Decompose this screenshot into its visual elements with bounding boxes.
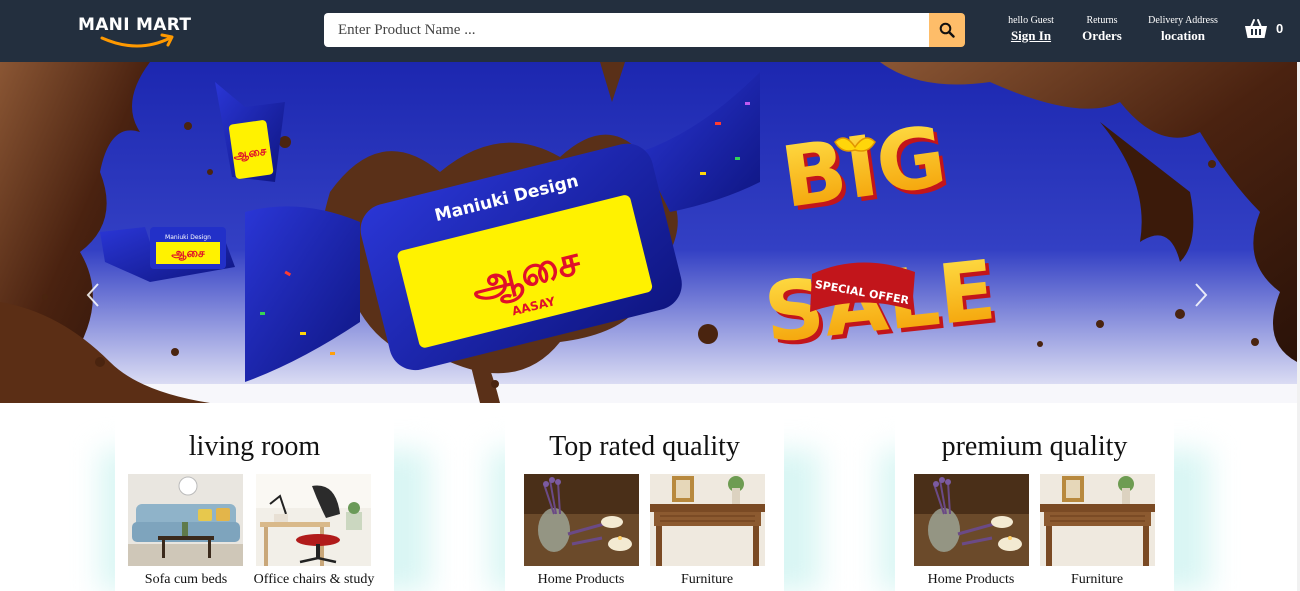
svg-text:ஆசை: ஆசை (171, 246, 205, 261)
logo-smile-icon (100, 33, 174, 48)
location-link[interactable]: Delivery Address location (1146, 14, 1220, 45)
office-chair-image (256, 474, 371, 566)
furniture-thumbnail[interactable] (1040, 474, 1155, 566)
chevron-right-icon[interactable] (1188, 280, 1212, 310)
home-products-image (914, 474, 1029, 566)
card-title: living room (188, 431, 321, 462)
cart-button[interactable]: 0 (1244, 18, 1290, 44)
signin-link[interactable]: hello Guest Sign In (1005, 14, 1057, 45)
location-label: location (1160, 28, 1206, 43)
search-bar (324, 13, 965, 47)
svg-text:Maniuki Design: Maniuki Design (165, 234, 211, 241)
thumb-label[interactable]: Furniture (1022, 572, 1172, 588)
sofa-thumbnail[interactable] (128, 474, 243, 566)
orders-link[interactable]: Returns Orders (1078, 14, 1126, 45)
home-products-thumbnail[interactable] (914, 474, 1029, 566)
thumb-label[interactable]: Office chairs & study (239, 572, 389, 588)
chevron-left-icon[interactable] (82, 280, 106, 310)
search-button[interactable] (929, 13, 965, 47)
signin-greeting: hello Guest (1008, 15, 1054, 26)
search-input[interactable] (324, 13, 929, 47)
home-products-thumbnail[interactable] (524, 474, 639, 566)
office-chair-thumbnail[interactable] (256, 474, 371, 566)
furniture-image (1040, 474, 1155, 566)
banner-image: ஆசை ஆசை Maniuki Design Maniuki Design ஆச… (0, 62, 1297, 403)
category-card-living-room: living room Sofa cum beds Office chairs … (115, 412, 394, 591)
card-title: premium quality (941, 431, 1128, 462)
delivery-address-label: Delivery Address (1148, 15, 1218, 26)
returns-label: Returns (1086, 15, 1118, 26)
cart-count: 0 (1276, 21, 1284, 36)
basket-icon (1245, 19, 1267, 38)
orders-label: Orders (1082, 28, 1122, 43)
site-logo[interactable]: MANI MART (76, 12, 192, 54)
home-products-image (524, 474, 639, 566)
card-title: Top rated quality (549, 431, 740, 462)
furniture-thumbnail[interactable] (650, 474, 765, 566)
category-card-top-rated: Top rated quality Home Products Furnitur… (505, 412, 784, 591)
search-icon (939, 22, 955, 38)
top-navbar: MANI MART hello Guest Sign In Returns Or… (0, 0, 1300, 62)
hero-banner: ஆசை ஆசை Maniuki Design Maniuki Design ஆச… (0, 62, 1297, 403)
furniture-image (650, 474, 765, 566)
thumb-label[interactable]: Furniture (632, 572, 782, 588)
signin-label: Sign In (1010, 28, 1052, 43)
sofa-image (128, 474, 243, 566)
category-card-premium: premium quality Home Products Furniture (895, 412, 1174, 591)
